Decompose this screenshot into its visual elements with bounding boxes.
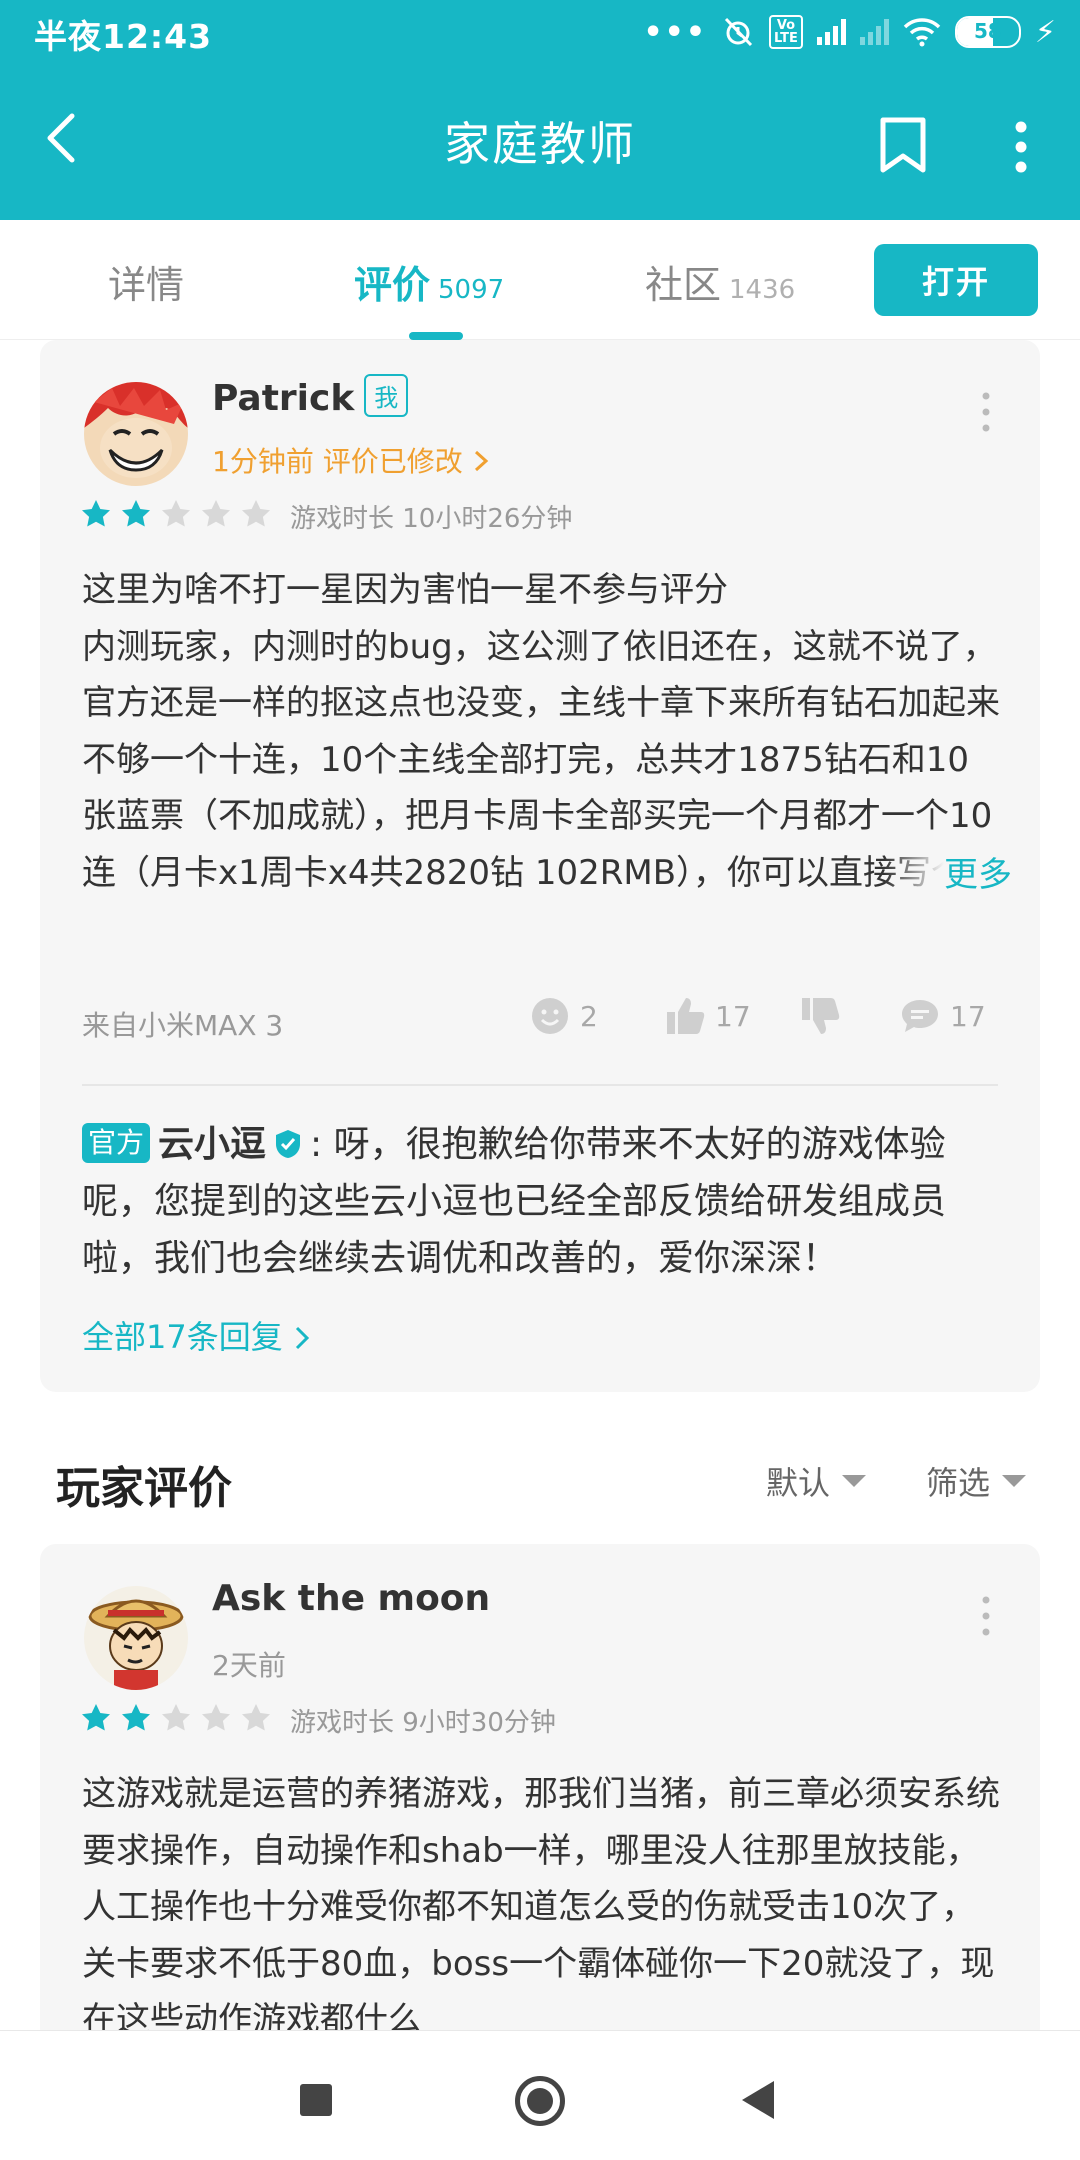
emoji-reaction[interactable]: 2 xyxy=(530,996,665,1036)
tab-reviews-count: 5097 xyxy=(438,275,505,305)
wifi-icon xyxy=(903,18,941,47)
back-button[interactable] xyxy=(742,2081,774,2119)
dropdown-icon xyxy=(842,1475,867,1487)
thumb-down-icon xyxy=(802,998,840,1034)
star-icon xyxy=(82,1704,110,1731)
tab-reviews-label: 评价 xyxy=(354,263,431,307)
star-icon xyxy=(202,500,230,527)
comment-button[interactable]: 17 xyxy=(900,996,986,1036)
review-username[interactable]: Ask the moon xyxy=(212,1578,490,1619)
review-time-info: 2天前 xyxy=(212,1649,286,1682)
sort-label: 默认 xyxy=(766,1464,831,1502)
filter-label: 筛选 xyxy=(926,1464,991,1502)
open-button[interactable]: 打开 xyxy=(874,244,1038,316)
tab-details[interactable]: 详情 xyxy=(108,254,184,309)
signal-2-icon xyxy=(859,19,889,45)
status-icons: ••• Vo LTE 58 ⚡ xyxy=(644,12,1057,52)
avatar[interactable] xyxy=(84,1586,188,1690)
signal-icon xyxy=(816,19,846,45)
star-icon xyxy=(242,1704,270,1731)
battery-icon: 58 xyxy=(954,16,1021,48)
sort-dropdown[interactable]: 默认 xyxy=(766,1458,867,1504)
all-replies-text: 全部17条回复 xyxy=(82,1318,283,1356)
like-count: 17 xyxy=(715,999,751,1033)
system-nav-bar xyxy=(0,2030,1080,2160)
star-icon xyxy=(162,500,190,527)
star-rating xyxy=(80,1702,272,1734)
tab-community-label: 社区 xyxy=(645,263,722,307)
star-icon xyxy=(242,500,270,527)
avatar-image xyxy=(84,1586,188,1690)
review-actions: 2 17 17 xyxy=(530,996,986,1036)
avatar-image xyxy=(84,382,188,486)
review-time-text: 1分钟前 评价已修改 xyxy=(212,445,463,478)
review-text: 这游戏就是运营的养猪游戏，那我们当猪，前三章必须安系统要求操作，自动操作和sha… xyxy=(82,1766,1002,2044)
battery-level: 58 xyxy=(974,19,1002,43)
more-icon[interactable] xyxy=(1014,120,1028,174)
dislike-button[interactable] xyxy=(800,996,900,1036)
more-link[interactable]: 更多 xyxy=(944,855,1012,895)
alarm-muted-icon xyxy=(724,17,753,47)
playtime-label: 游戏时长 9小时30分钟 xyxy=(290,1708,556,1738)
dropdown-icon xyxy=(1002,1475,1027,1487)
chevron-right-icon xyxy=(474,450,488,472)
tab-community[interactable]: 社区 1436 xyxy=(645,254,795,309)
replier-name[interactable]: 云小逗 xyxy=(158,1124,266,1165)
status-bar: 半夜12:43 ••• Vo LTE 58 ⚡ xyxy=(0,0,1080,66)
review-time-info[interactable]: 1分钟前 评价已修改 xyxy=(212,440,490,480)
avatar[interactable] xyxy=(84,382,188,486)
emoji-icon xyxy=(532,998,568,1034)
all-replies-link[interactable]: 全部17条回复 xyxy=(82,1312,311,1358)
tab-bar: 详情 评价 5097 社区 1436 打开 xyxy=(0,220,1080,340)
divider xyxy=(82,1084,998,1086)
tab-community-count: 1436 xyxy=(729,275,796,305)
recents-button[interactable] xyxy=(300,2084,332,2116)
title-bar: 家庭教师 xyxy=(0,66,1080,220)
chevron-right-icon xyxy=(295,1326,310,1350)
volte-icon: Vo LTE xyxy=(769,15,803,49)
star-icon xyxy=(162,1704,190,1731)
like-button[interactable]: 17 xyxy=(665,996,800,1036)
filter-dropdown[interactable]: 筛选 xyxy=(926,1458,1027,1504)
my-review-card: Patrick 我 1分钟前 评价已修改 游戏时长 10小时26分钟 这里为啥不打… xyxy=(40,340,1040,1392)
home-button[interactable] xyxy=(515,2076,565,2126)
tab-details-label: 详情 xyxy=(108,263,185,307)
notification-dots-icon: ••• xyxy=(643,14,708,50)
review-more-icon[interactable] xyxy=(982,392,990,432)
device-label: 来自小米MAX 3 xyxy=(82,1009,284,1042)
review-username[interactable]: Patrick 我 xyxy=(212,374,409,419)
reply-colon: : xyxy=(310,1124,334,1165)
bookmark-icon[interactable] xyxy=(878,116,928,174)
playtime-label: 游戏时长 10小时26分钟 xyxy=(290,504,573,534)
star-rating xyxy=(80,498,272,530)
star-icon xyxy=(122,500,150,527)
section-title: 玩家评价 xyxy=(56,1463,232,1514)
comment-count: 17 xyxy=(950,999,986,1033)
username-text: Patrick xyxy=(212,378,355,419)
review-more-row: 更多 xyxy=(82,847,1012,904)
status-time: 半夜12:43 xyxy=(34,17,213,56)
thumb-up-icon xyxy=(667,998,705,1034)
me-badge: 我 xyxy=(364,374,409,417)
emoji-count: 2 xyxy=(580,999,598,1033)
comment-icon xyxy=(902,1000,938,1032)
review-body: 这游戏就是运营的养猪游戏，那我们当猪，前三章必须安系统要求操作，自动操作和sha… xyxy=(82,1774,1000,2040)
star-icon xyxy=(202,1704,230,1731)
verified-icon xyxy=(276,1130,301,1158)
official-reply: 官方 云小逗: 呀，很抱歉给你带来不太好的游戏体验呢，您提到的这些云小逗也已经全部… xyxy=(82,1116,1002,1287)
app-header: 半夜12:43 ••• Vo LTE 58 ⚡ 家庭教师 xyxy=(0,0,1080,220)
official-badge: 官方 xyxy=(82,1123,151,1163)
review-card: Ask the moon 2天前 游戏时长 9小时30分钟 这游戏就是运营的养猪… xyxy=(40,1544,1040,2044)
tab-reviews[interactable]: 评价 5097 xyxy=(354,254,504,309)
review-more-icon[interactable] xyxy=(982,1596,990,1636)
home-dot xyxy=(527,2088,553,2114)
star-icon xyxy=(82,500,110,527)
star-icon xyxy=(122,1704,150,1731)
text-fade xyxy=(884,856,944,890)
charging-icon: ⚡ xyxy=(1034,14,1056,50)
active-tab-indicator xyxy=(409,332,463,340)
app-page: 半夜12:43 ••• Vo LTE 58 ⚡ 家庭教师 详情 评价 5097 … xyxy=(0,0,1080,2160)
